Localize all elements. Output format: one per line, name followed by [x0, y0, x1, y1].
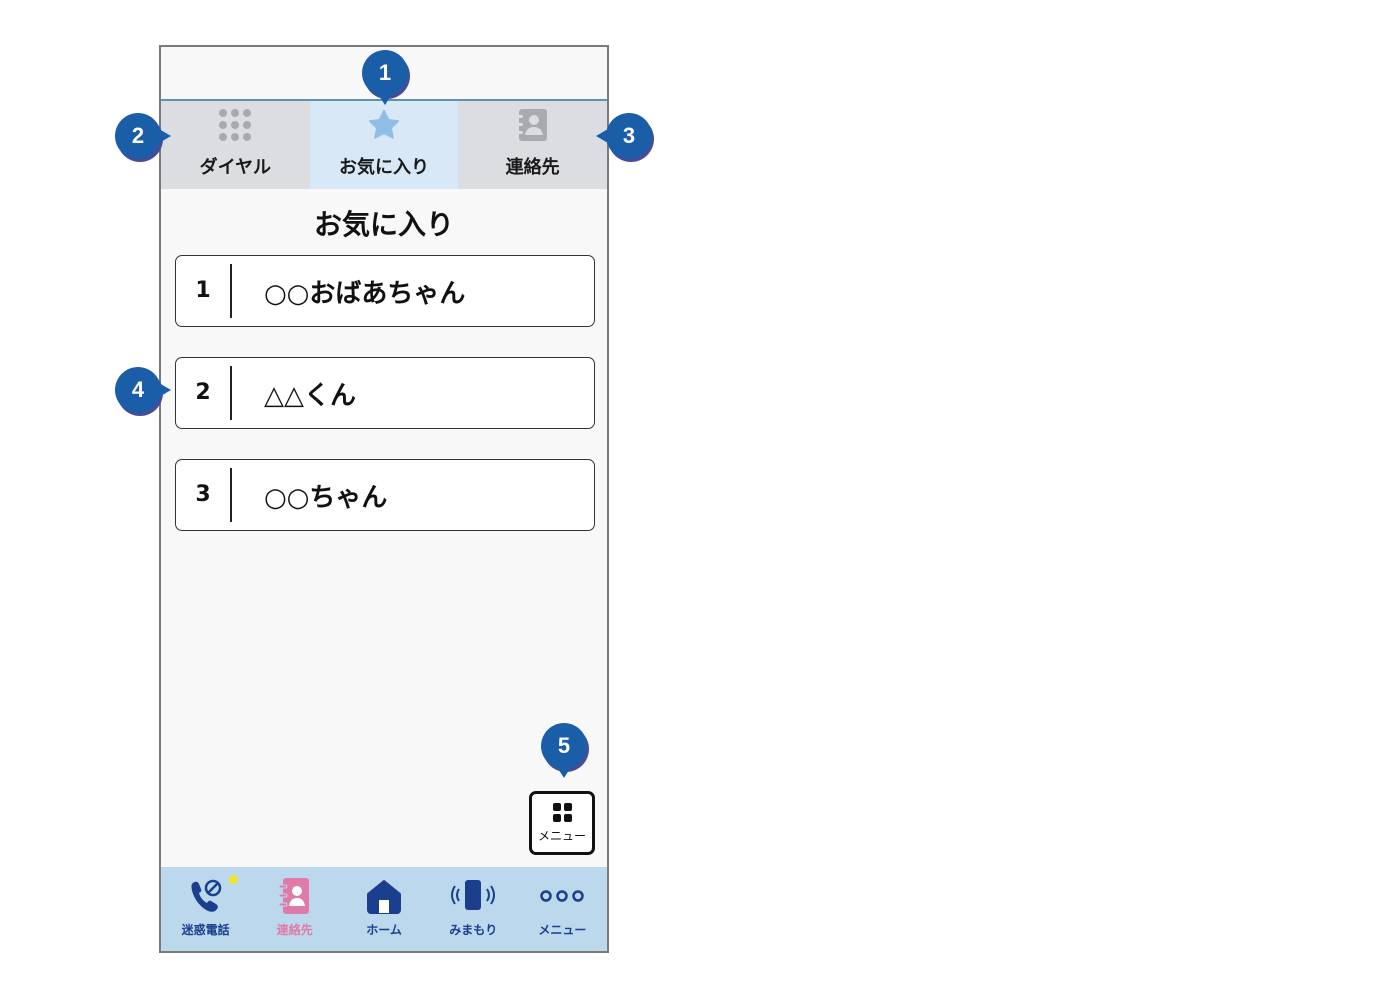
nav-label: 連絡先	[276, 923, 313, 937]
notification-dot	[229, 875, 238, 884]
nav-item-monitoring[interactable]: みまもり	[429, 867, 518, 951]
tab-label: 連絡先	[505, 157, 560, 178]
menu-button[interactable]: メニュー	[529, 791, 595, 855]
tab-favorites[interactable]: お気に入り	[309, 101, 459, 189]
list-item-number: 1	[176, 264, 232, 318]
tab-dial[interactable]: ダイヤル	[161, 101, 310, 189]
nav-label: メニュー	[538, 923, 587, 937]
list-item-number: 2	[176, 366, 232, 420]
list-item[interactable]: 2 △△くん	[175, 357, 595, 429]
nav-item-menu[interactable]: メニュー	[518, 867, 607, 951]
menu-button-label: メニュー	[537, 828, 586, 843]
nav-label: みまもり	[449, 923, 498, 937]
contacts-book-icon	[515, 105, 551, 145]
list-item[interactable]: 3 ○○ちゃん	[175, 459, 595, 531]
tab-contacts[interactable]: 連絡先	[458, 101, 607, 189]
nav-item-home[interactable]: ホーム	[339, 867, 428, 951]
page-title: お気に入り	[313, 208, 454, 241]
callout-badge-2: 2	[115, 113, 171, 159]
callout-badge-5: 5	[541, 723, 587, 778]
tab-bar: ダイヤル お気に入り 連絡先	[161, 101, 607, 189]
list-item-name: ○○おばあちゃん	[264, 278, 466, 309]
phone-vibrate-icon	[449, 875, 497, 917]
home-icon	[364, 875, 404, 917]
tab-label: ダイヤル	[199, 157, 272, 178]
phone-screen: ダイヤル お気に入り 連絡先 お気に入り 1 ○○おばあちゃん 2 △△くん 3…	[159, 45, 609, 953]
nav-item-contacts[interactable]: 連絡先	[250, 867, 339, 951]
dialpad-icon	[219, 105, 252, 145]
grid-icon	[552, 802, 572, 822]
callout-badge-4: 4	[115, 367, 171, 413]
list-item-name: △△くん	[264, 380, 356, 411]
tab-label: お気に入り	[339, 157, 429, 178]
star-icon	[365, 105, 403, 145]
list-item[interactable]: 1 ○○おばあちゃん	[175, 255, 595, 327]
blocked-call-icon	[186, 875, 226, 917]
bottom-navigation: 迷惑電話 連絡先 ホーム みまもり メニュー	[161, 867, 607, 951]
callout-badge-1: 1	[362, 50, 408, 105]
nav-item-blocked-calls[interactable]: 迷惑電話	[161, 867, 250, 951]
list-item-number: 3	[176, 468, 232, 522]
nav-label: 迷惑電話	[181, 923, 230, 937]
callout-badge-3: 3	[596, 113, 652, 159]
list-item-name: ○○ちゃん	[264, 482, 388, 513]
contacts-book-icon	[277, 875, 313, 917]
nav-label: ホーム	[366, 923, 402, 937]
more-dots-icon	[538, 875, 586, 917]
